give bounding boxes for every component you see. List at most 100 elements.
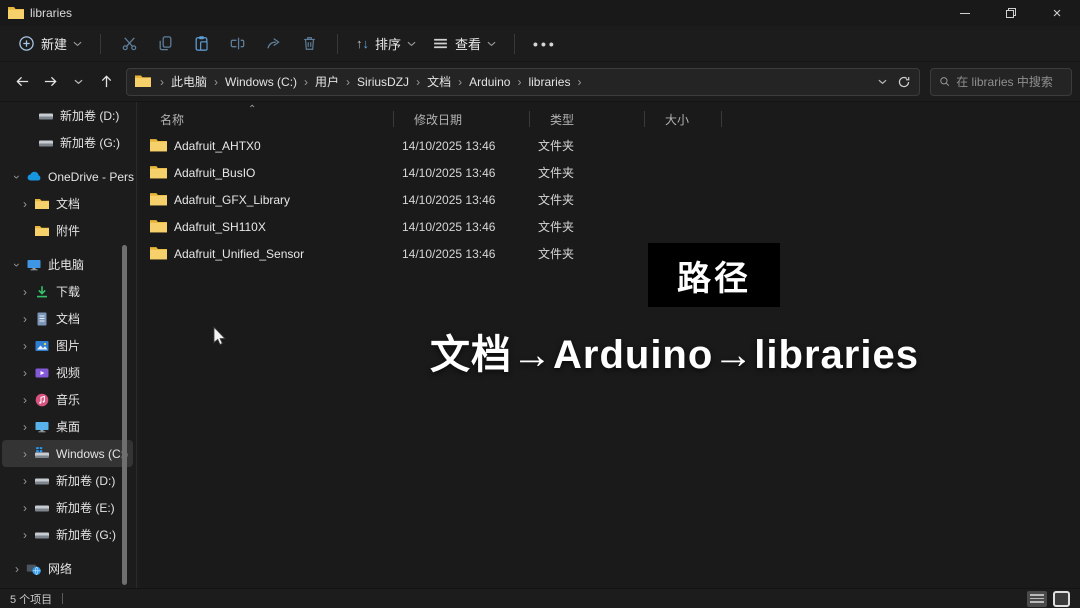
close-button[interactable]: × (1034, 0, 1080, 26)
sidebar-item-onedrive-documents[interactable]: ›文档 (2, 190, 133, 217)
document-icon (34, 311, 50, 327)
pictures-icon (34, 338, 50, 354)
share-button[interactable] (255, 30, 291, 58)
sidebar-item-documents[interactable]: ›文档 (2, 305, 133, 332)
pane-divider[interactable] (136, 102, 137, 588)
file-row[interactable]: Adafruit_GFX_Library 14/10/2025 13:46 文件… (140, 186, 1080, 213)
search-box[interactable] (930, 68, 1072, 96)
chevron-right-icon: › (211, 75, 221, 89)
sidebar-scrollbar[interactable] (122, 245, 127, 585)
file-row[interactable]: Adafruit_Unified_Sensor 14/10/2025 13:46… (140, 240, 1080, 267)
new-button[interactable]: 新建 (10, 29, 90, 58)
sidebar-item-new-volume-g[interactable]: 新加卷 (G:) (2, 129, 133, 156)
address-bar-row: › 此电脑 › Windows (C:) › 用户 › SiriusDZJ › … (0, 62, 1080, 102)
sidebar-item-videos[interactable]: ›视频 (2, 359, 133, 386)
folder-icon (8, 6, 24, 20)
cut-button[interactable] (111, 30, 147, 58)
column-header-name[interactable]: 名称⌃ (140, 106, 394, 132)
chevron-down-icon (407, 41, 416, 47)
trash-icon (301, 35, 318, 52)
sidebar-item-onedrive[interactable]: ›OneDrive - Pers (2, 163, 133, 190)
paste-button[interactable] (183, 30, 219, 58)
download-icon (34, 284, 50, 300)
copy-button[interactable] (147, 30, 183, 58)
sidebar-item-new-volume-g2[interactable]: ›新加卷 (G:) (2, 521, 133, 548)
sidebar-item-network[interactable]: ›网络 (2, 555, 133, 582)
chevron-right-icon: › (18, 312, 32, 326)
restore-button[interactable] (988, 0, 1034, 26)
chevron-right-icon: › (18, 197, 32, 211)
sort-arrows-icon: ↑↓ (356, 36, 369, 51)
folder-icon (150, 219, 167, 234)
music-icon (34, 392, 50, 408)
sidebar-item-attachments[interactable]: ›附件 (2, 217, 133, 244)
search-input[interactable] (956, 75, 1063, 89)
file-explorer-window: libraries × 新建 ↑↓ 排序 查看 (0, 0, 1080, 608)
rename-icon (229, 35, 246, 52)
toolbar-divider (337, 34, 338, 54)
sidebar-item-music[interactable]: ›音乐 (2, 386, 133, 413)
chevron-right-icon: › (18, 501, 32, 515)
close-icon: × (1053, 5, 1062, 22)
sidebar-item-pictures[interactable]: ›图片 (2, 332, 133, 359)
file-row[interactable]: Adafruit_AHTX0 14/10/2025 13:46 文件夹 (140, 132, 1080, 159)
breadcrumb-windows-c[interactable]: Windows (C:) (221, 73, 301, 91)
toolbar-divider (100, 34, 101, 54)
arrow-up-icon (99, 74, 114, 89)
file-row[interactable]: Adafruit_SH110X 14/10/2025 13:46 文件夹 (140, 213, 1080, 240)
chevron-right-icon: › (455, 75, 465, 89)
address-bar[interactable]: › 此电脑 › Windows (C:) › 用户 › SiriusDZJ › … (126, 68, 920, 96)
chevron-down-icon (487, 41, 496, 47)
sidebar-item-windows-c[interactable]: ›Windows (C:) (2, 440, 133, 467)
chevron-right-icon: › (343, 75, 353, 89)
refresh-icon[interactable] (897, 75, 911, 89)
chevron-right-icon: › (18, 366, 32, 380)
chevron-down-icon (73, 41, 82, 47)
breadcrumb-libraries[interactable]: libraries (524, 73, 574, 91)
breadcrumb-users[interactable]: 用户 (311, 71, 343, 92)
share-icon (265, 35, 282, 52)
scissors-icon (121, 35, 138, 52)
rename-button[interactable] (219, 30, 255, 58)
breadcrumb-documents[interactable]: 文档 (423, 71, 455, 92)
sidebar-item-new-volume-d[interactable]: 新加卷 (D:) (2, 102, 133, 129)
onedrive-cloud-icon (26, 169, 42, 185)
file-row[interactable]: Adafruit_BusIO 14/10/2025 13:46 文件夹 (140, 159, 1080, 186)
status-divider (62, 593, 63, 604)
forward-button[interactable] (36, 68, 64, 96)
breadcrumb-this-pc[interactable]: 此电脑 (167, 71, 211, 92)
desktop-icon (34, 419, 50, 435)
folder-icon (150, 192, 167, 207)
large-icons-view-button[interactable] (1053, 591, 1070, 607)
breadcrumb-siriusdzj[interactable]: SiriusDZJ (353, 73, 413, 91)
sort-button-label: 排序 (375, 34, 401, 53)
up-button[interactable] (92, 68, 120, 96)
toolbar-divider (514, 34, 515, 54)
more-options-button[interactable]: ••• (525, 36, 565, 52)
view-button[interactable]: 查看 (424, 29, 504, 58)
chevron-right-icon: › (18, 285, 32, 299)
delete-button[interactable] (291, 30, 327, 58)
video-icon (34, 365, 50, 381)
sidebar-item-downloads[interactable]: ›下载 (2, 278, 133, 305)
folder-icon (34, 196, 50, 212)
column-headers: 名称⌃ 修改日期 类型 大小 (140, 106, 1080, 132)
sidebar-item-this-pc[interactable]: ›此电脑 (2, 251, 133, 278)
details-view-button[interactable] (1027, 591, 1047, 607)
sidebar-item-new-volume-e[interactable]: ›新加卷 (E:) (2, 494, 133, 521)
sidebar-item-new-volume-d2[interactable]: ›新加卷 (D:) (2, 467, 133, 494)
address-dropdown-icon[interactable] (878, 79, 887, 85)
column-header-date[interactable]: 修改日期 (394, 106, 530, 132)
column-header-size[interactable]: 大小 (645, 106, 722, 132)
breadcrumb-arduino[interactable]: Arduino (465, 73, 514, 91)
sort-button[interactable]: ↑↓ 排序 (348, 29, 424, 58)
recent-locations-button[interactable] (64, 68, 92, 96)
sidebar-item-desktop[interactable]: ›桌面 (2, 413, 133, 440)
arrow-left-icon (15, 74, 30, 89)
annotation-label-box: 路径 (648, 243, 780, 307)
new-button-label: 新建 (41, 34, 67, 53)
column-header-type[interactable]: 类型 (530, 106, 645, 132)
folder-icon (135, 75, 151, 88)
back-button[interactable] (8, 68, 36, 96)
minimize-button[interactable] (942, 0, 988, 26)
